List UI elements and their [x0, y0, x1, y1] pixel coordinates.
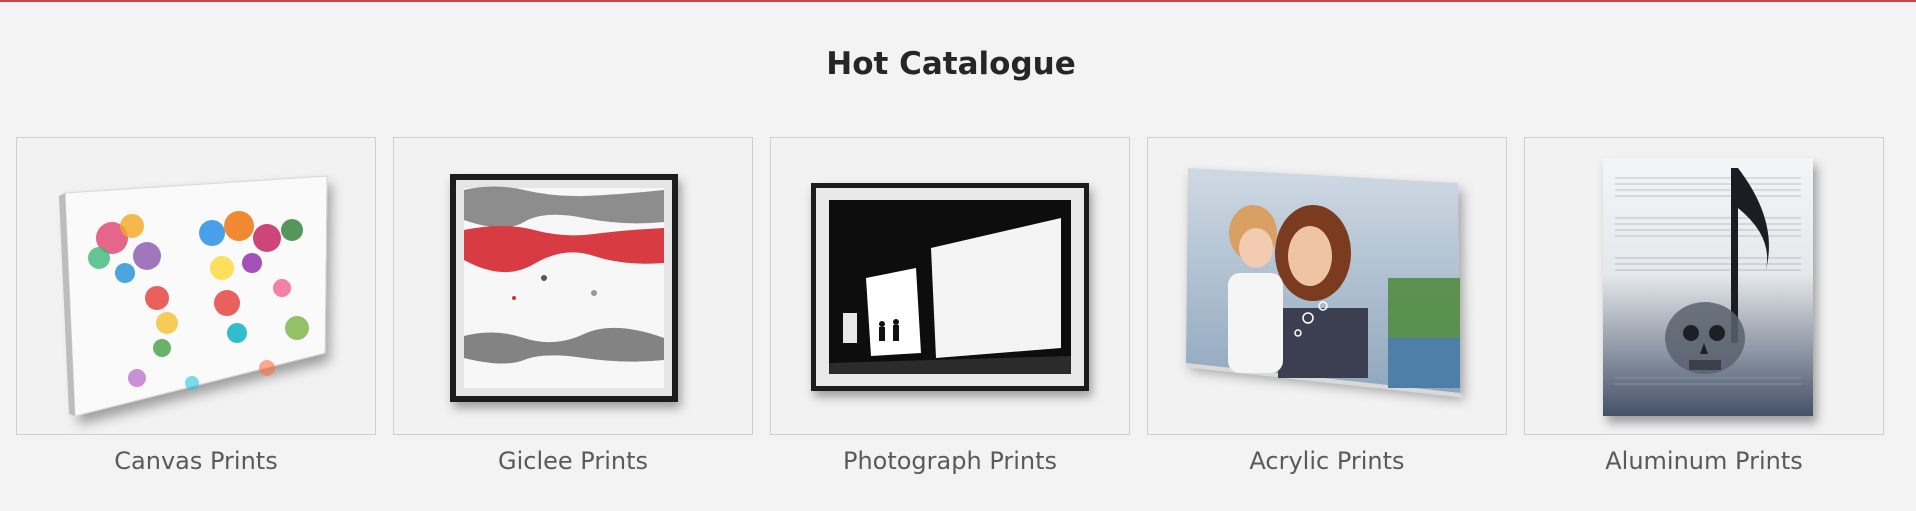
aluminum-prints-image[interactable]: [1524, 137, 1884, 435]
giclee-prints-image[interactable]: [393, 137, 753, 435]
catalogue-card-giclee-prints[interactable]: Giclee Prints: [393, 137, 753, 475]
aluminum-prints-label[interactable]: Aluminum Prints: [1524, 447, 1884, 475]
catalogue-card-photograph-prints[interactable]: Photograph Prints: [770, 137, 1130, 475]
canvas-prints-label[interactable]: Canvas Prints: [16, 447, 376, 475]
acrylic-prints-image[interactable]: [1147, 137, 1507, 435]
photograph-prints-image[interactable]: [770, 137, 1130, 435]
catalogue-card-aluminum-prints[interactable]: Aluminum Prints: [1524, 137, 1884, 475]
top-accent-rule: [0, 0, 1916, 2]
section-title: Hot Catalogue: [826, 46, 1076, 82]
giclee-prints-label[interactable]: Giclee Prints: [393, 447, 753, 475]
canvas-prints-image[interactable]: [16, 137, 376, 435]
photograph-prints-label[interactable]: Photograph Prints: [770, 447, 1130, 475]
catalogue-card-canvas-prints[interactable]: Canvas Prints: [16, 137, 376, 475]
catalogue-card-acrylic-prints[interactable]: Acrylic Prints: [1147, 137, 1507, 475]
acrylic-prints-label[interactable]: Acrylic Prints: [1147, 447, 1507, 475]
